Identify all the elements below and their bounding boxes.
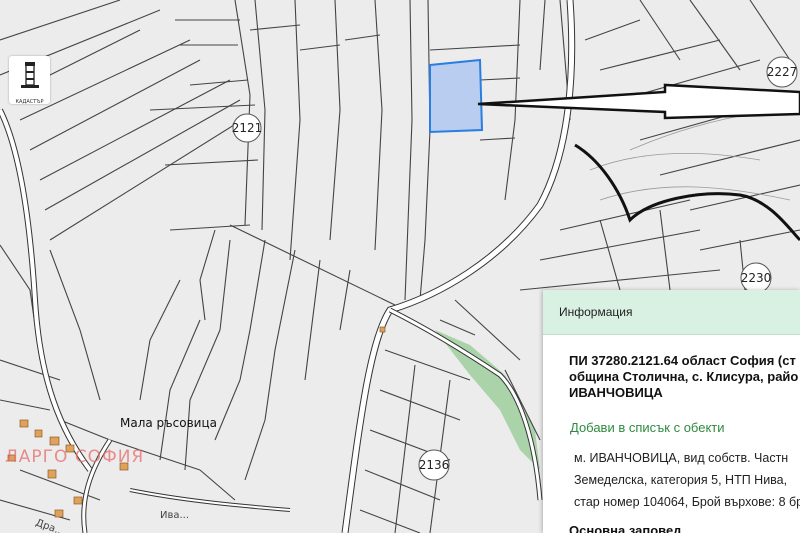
svg-text:2230: 2230 xyxy=(741,271,772,285)
place-name: Мала ръсовица xyxy=(120,416,217,430)
selected-parcel[interactable] xyxy=(429,58,484,134)
parcel-title-line: ИВАНЧОВИЦА xyxy=(569,385,663,400)
add-to-list-link[interactable]: Добави в списък с обекти xyxy=(570,420,725,435)
logo-caption: КАДАСТЪР xyxy=(15,99,44,105)
street-label: Ива... xyxy=(160,510,189,521)
main-order-heading: Основна заповед xyxy=(569,523,682,533)
svg-text:2227: 2227 xyxy=(767,65,798,79)
parcel-title-line: ПИ 37280.2121.64 област София (ст xyxy=(569,353,796,368)
parcel-label-2227: 2227 xyxy=(766,56,798,88)
lighthouse-logo-icon xyxy=(20,62,39,88)
parcel-title: ПИ 37280.2121.64 област София (ст община… xyxy=(569,353,800,401)
parcel-label-2230: 2230 xyxy=(740,262,772,294)
parcel-detail-line: м. ИВАНЧОВИЦА, вид собств. Частн xyxy=(574,451,789,465)
info-panel: Информация ПИ 37280.2121.64 област София… xyxy=(543,290,800,533)
cadastre-logo[interactable]: КАДАСТЪР xyxy=(9,56,50,105)
parcel-detail-line: стар номер 104064, Брой върхове: 8 бр xyxy=(574,495,800,509)
watermark: ЛАРГО СОФИЯ xyxy=(5,447,144,467)
parcel-details: м. ИВАНЧОВИЦА, вид собств. Частн Земедел… xyxy=(574,447,800,513)
parcel-label-2136: 2136 xyxy=(418,449,450,481)
svg-text:2136: 2136 xyxy=(419,458,450,472)
svg-text:2121: 2121 xyxy=(232,121,263,135)
info-panel-header[interactable]: Информация xyxy=(543,290,800,335)
parcel-detail-line: Земеделска, категория 5, НТП Нива, xyxy=(574,473,788,487)
parcel-title-line: община Столична, с. Клисура, райо xyxy=(569,369,799,384)
info-panel-title: Информация xyxy=(559,305,633,319)
